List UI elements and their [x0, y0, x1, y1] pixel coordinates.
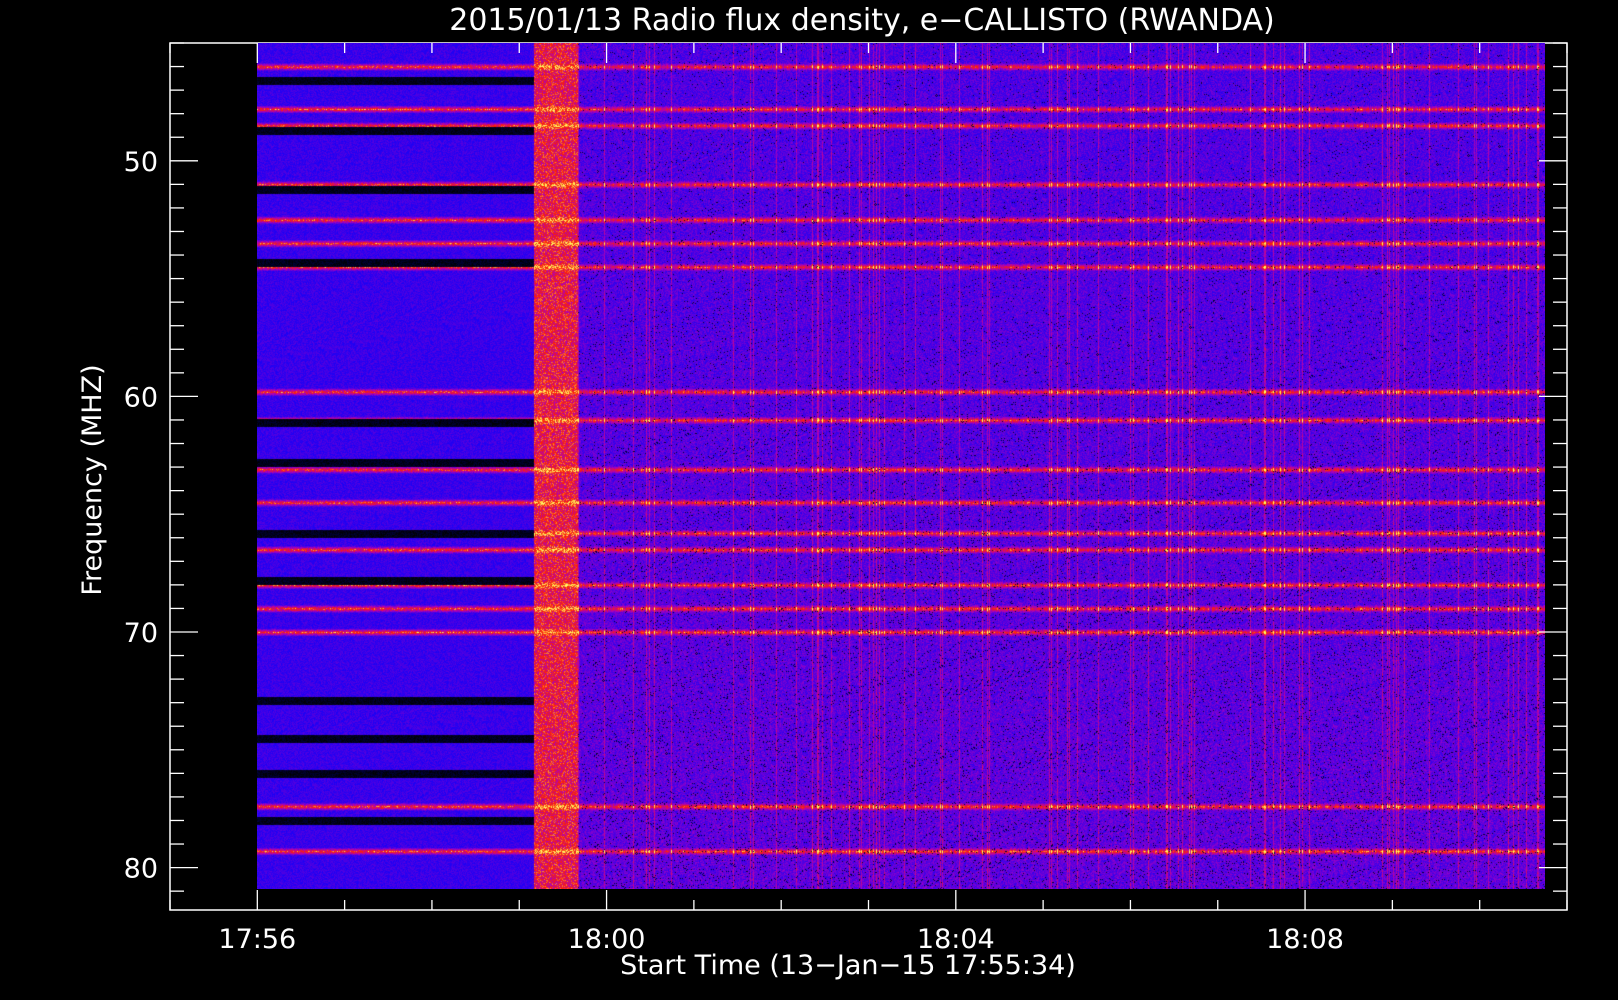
- heatmap-canvas-container: [257, 43, 1546, 889]
- y-tick-label: 80: [124, 854, 158, 885]
- spectrogram-heatmap: [257, 43, 1546, 889]
- y-tick-label: 50: [124, 147, 158, 178]
- chart-title: 2015/01/13 Radio flux density, e−CALLIST…: [449, 3, 1275, 38]
- spectrogram-figure: 2015/01/13 Radio flux density, e−CALLIST…: [0, 0, 1618, 1000]
- y-axis-label: Frequency (MHZ): [77, 364, 108, 595]
- x-tick-label: 17:56: [218, 924, 296, 955]
- x-axis-label: Start Time (13−Jan−15 17:55:34): [620, 950, 1076, 981]
- x-tick-label: 18:08: [1266, 924, 1344, 955]
- y-tick-label: 70: [124, 618, 158, 649]
- y-tick-label: 60: [124, 382, 158, 413]
- heatmap-canvas: [257, 43, 1546, 889]
